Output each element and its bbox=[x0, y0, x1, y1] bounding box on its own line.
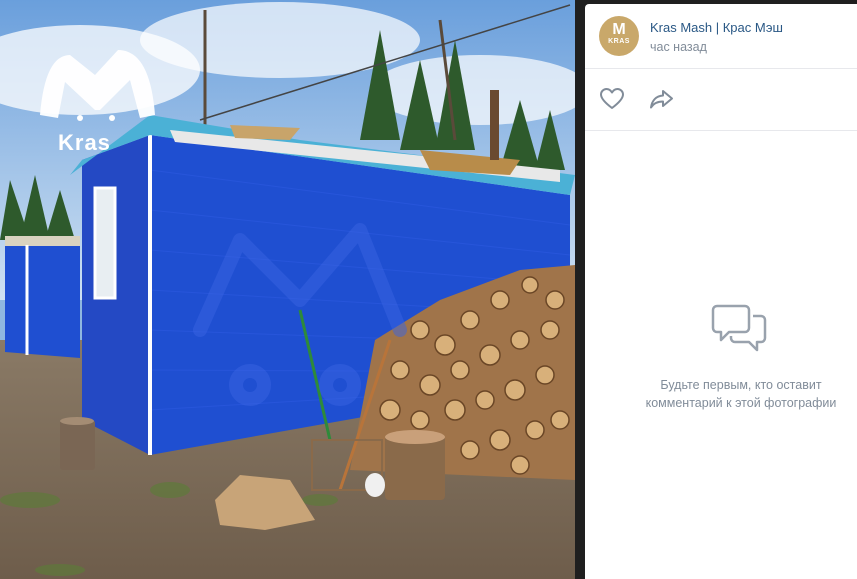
share-button[interactable] bbox=[647, 84, 677, 114]
empty-comments-line1: Будьте первым, кто оставит bbox=[660, 378, 822, 392]
post-photo[interactable]: Kras bbox=[0, 0, 575, 579]
watermark-brand-text: Kras bbox=[58, 130, 111, 155]
share-arrow-icon bbox=[650, 90, 673, 109]
like-button[interactable] bbox=[597, 84, 627, 114]
heart-icon bbox=[600, 88, 624, 109]
photo-viewer: Kras M KRAS Kras Mash | Крас Мэш час наз… bbox=[0, 0, 857, 579]
comment-bubbles-icon bbox=[711, 304, 767, 352]
post-actions bbox=[585, 70, 857, 130]
empty-comments-line2: комментарий к этой фотографии bbox=[645, 396, 837, 410]
avatar-caption: KRAS bbox=[608, 38, 630, 45]
header-divider bbox=[585, 68, 857, 69]
comments-empty-state: Будьте первым, кто оставит комментарий к… bbox=[585, 131, 857, 579]
post-time[interactable]: час назад bbox=[650, 40, 707, 54]
author-avatar[interactable]: M KRAS bbox=[599, 16, 639, 56]
post-header: M KRAS Kras Mash | Крас Мэш час назад bbox=[585, 4, 857, 68]
author-name[interactable]: Kras Mash | Крас Мэш bbox=[650, 20, 783, 35]
empty-comments-text: Будьте первым, кто оставит комментарий к… bbox=[605, 376, 857, 412]
post-side-panel: M KRAS Kras Mash | Крас Мэш час назад Бу… bbox=[585, 4, 857, 579]
avatar-letter: M bbox=[612, 21, 626, 38]
